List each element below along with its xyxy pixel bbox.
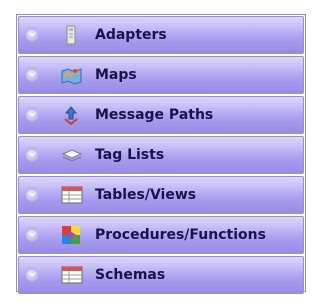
- nav-item-label: Message Paths: [95, 107, 214, 123]
- nav-item-label: Procedures/Functions: [95, 227, 266, 243]
- procedures-icon: [61, 225, 81, 245]
- chevron-down-icon[interactable]: [25, 188, 39, 202]
- nav-item-label: Tag Lists: [95, 147, 165, 163]
- nav-item-label: Maps: [95, 67, 137, 83]
- nav-item-procedures-functions[interactable]: Procedures/Functions: [18, 216, 304, 254]
- nav-item-label: Tables/Views: [95, 187, 197, 203]
- chevron-down-icon[interactable]: [25, 68, 39, 82]
- table-icon: [61, 185, 83, 205]
- navigation-panel: Adapters Maps Message Paths Tag Lists Ta…: [16, 14, 306, 294]
- nav-item-adapters[interactable]: Adapters: [18, 16, 304, 54]
- chevron-down-icon[interactable]: [25, 148, 39, 162]
- schema-icon: [61, 265, 83, 285]
- chevron-down-icon[interactable]: [25, 228, 39, 242]
- nav-item-tag-lists[interactable]: Tag Lists: [18, 136, 304, 174]
- nav-item-label: Schemas: [95, 267, 166, 283]
- tag-lists-icon: [61, 145, 83, 165]
- nav-item-maps[interactable]: Maps: [18, 56, 304, 94]
- adapter-icon: [61, 25, 81, 45]
- chevron-down-icon[interactable]: [25, 268, 39, 282]
- nav-item-message-paths[interactable]: Message Paths: [18, 96, 304, 134]
- nav-item-schemas[interactable]: Schemas: [18, 256, 304, 294]
- message-paths-icon: [61, 105, 81, 126]
- nav-item-label: Adapters: [95, 27, 167, 43]
- chevron-down-icon[interactable]: [25, 28, 39, 42]
- maps-icon: [61, 65, 82, 85]
- chevron-down-icon[interactable]: [25, 108, 39, 122]
- nav-item-tables-views[interactable]: Tables/Views: [18, 176, 304, 214]
